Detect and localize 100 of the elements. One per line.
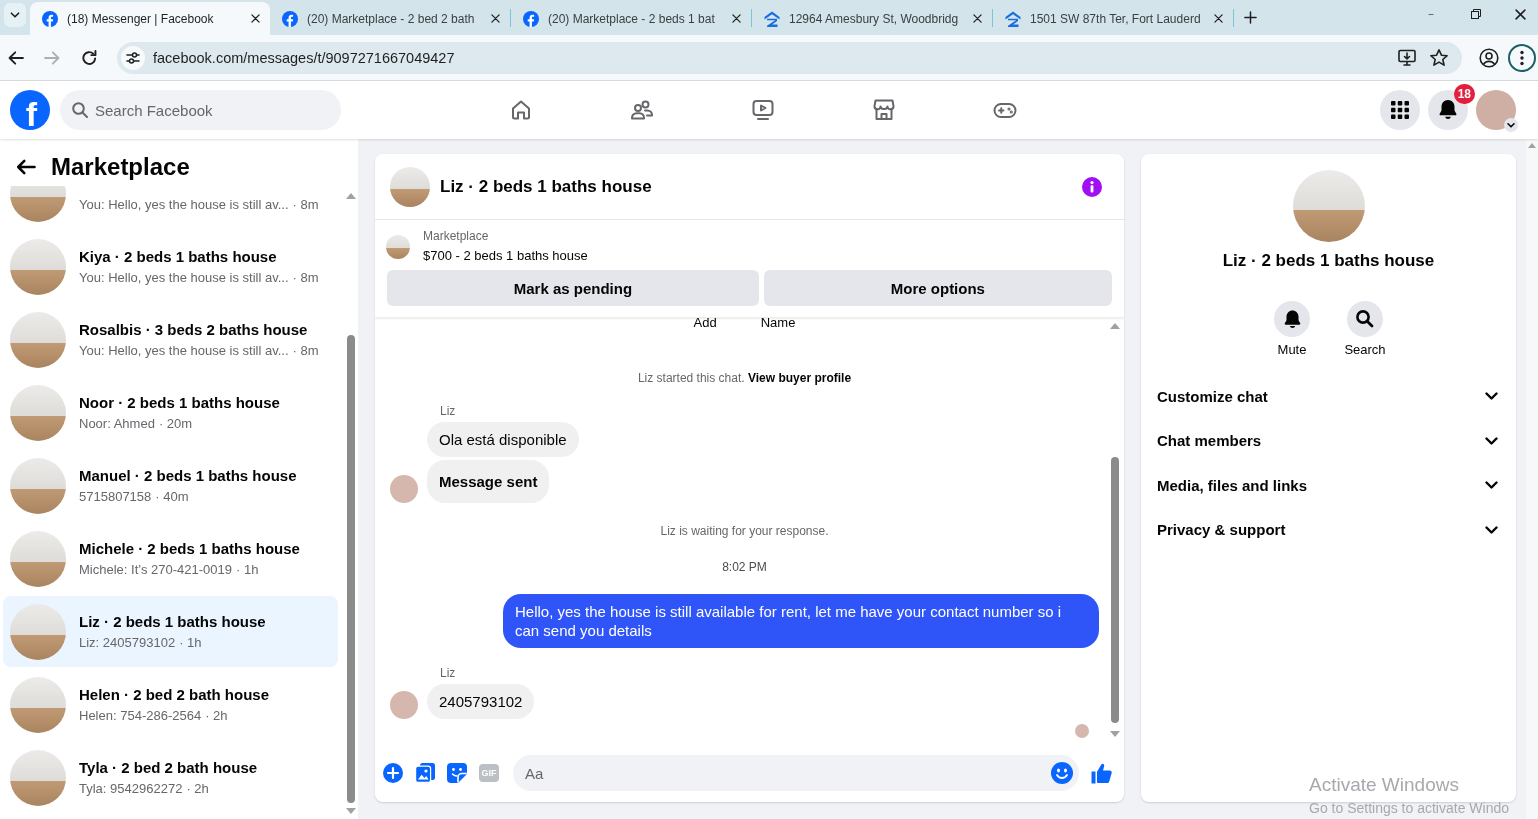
- monitor-download-icon[interactable]: [1398, 49, 1416, 66]
- message-time: · 8m: [292, 195, 319, 214]
- buyer-profile-link[interactable]: View buyer profile: [747, 371, 852, 385]
- section-toggle[interactable]: Privacy & support: [1141, 507, 1516, 552]
- conversation-item[interactable]: Liz · 2 beds 1 baths house Liz: 2405793102 · 1h: [3, 596, 338, 667]
- message-time: · 20m: [158, 414, 193, 433]
- f-logo-icon: [282, 10, 298, 27]
- close-icon[interactable]: [1515, 8, 1526, 20]
- close-icon[interactable]: [251, 14, 260, 23]
- search-icon: [1347, 301, 1383, 337]
- chat-title: Liz · 2 beds 1 baths house: [440, 176, 652, 197]
- message-preview: Helen: 754-286-2564: [79, 706, 202, 725]
- message-time: · 40m: [155, 487, 189, 506]
- logo[interactable]: f: [10, 90, 50, 130]
- message-time: · 8m: [292, 341, 319, 360]
- conversation-title: Manuel · 2 beds 1 baths house: [79, 465, 297, 486]
- message-preview: Tyla: 9542962272: [79, 779, 183, 798]
- thumbs-up-icon[interactable]: [1091, 762, 1113, 784]
- scroll-up-icon[interactable]: [345, 193, 356, 199]
- cut-off-text: Add: [693, 317, 717, 330]
- conversation-title: Liz · 2 beds 1 baths house: [1222, 251, 1435, 271]
- listing-photo: [386, 234, 410, 259]
- video-play-icon[interactable]: [750, 98, 775, 122]
- message-time: · 2h: [186, 779, 209, 798]
- conversation-item[interactable]: Michele · 2 beds 1 baths house Michele: It’s 270-421-0019 · 1h: [3, 523, 338, 594]
- browser-tab[interactable]: (20) Marketplace - 2 bed 2 bath: [270, 2, 510, 35]
- page-title: Marketplace: [51, 152, 190, 181]
- minimize-icon[interactable]: [1426, 13, 1436, 15]
- search-button[interactable]: Search: [1335, 301, 1395, 357]
- scroll-down-icon[interactable]: [1110, 731, 1120, 737]
- conversation-item[interactable]: Manuel · 2 beds 1 baths house 5715807158 · 40m: [3, 450, 338, 521]
- action-button[interactable]: Mark as pending: [387, 270, 759, 306]
- sliders-icon[interactable]: [121, 45, 145, 70]
- listing-source: Marketplace: [423, 228, 489, 244]
- account-circle-icon[interactable]: [1479, 47, 1499, 68]
- message-time: · 2h: [205, 706, 228, 725]
- section-toggle[interactable]: Media, files and links: [1141, 463, 1516, 508]
- cut-off-text: Name: [760, 317, 796, 330]
- menu-button[interactable]: [1380, 90, 1420, 130]
- chat-event-text: Liz started this chat. View buyer profile: [637, 371, 852, 385]
- conversation-item[interactable]: Rosalbis · 3 beds 2 baths house You: Hello, yes the house is still av... · 8m: [3, 304, 338, 375]
- more-vertical-icon[interactable]: [1508, 43, 1536, 72]
- search-field[interactable]: Search Facebook: [60, 90, 341, 130]
- message-preview: Liz: 2405793102: [79, 633, 176, 652]
- conversation-item[interactable]: Noor · 2 beds 1 baths house Noor: Ahmed · 20m: [3, 377, 338, 448]
- roof-logo-icon: [764, 10, 780, 27]
- emoji-icon[interactable]: [1051, 762, 1073, 784]
- conversation-title: Tyla · 2 bed 2 bath house: [79, 757, 258, 778]
- sender-name: Liz: [440, 404, 456, 418]
- conversation-title: Michele · 2 beds 1 baths house: [79, 538, 300, 559]
- message-preview: Michele: It’s 270-421-0019: [79, 560, 232, 579]
- message-preview: Noor: Ahmed: [79, 414, 155, 433]
- reload-icon[interactable]: [82, 50, 97, 65]
- back-arrow-icon[interactable]: [16, 158, 36, 175]
- scroll-down-icon[interactable]: [345, 808, 356, 814]
- scrollbar-thumb[interactable]: [1111, 457, 1119, 723]
- store-icon[interactable]: [871, 98, 896, 122]
- plus-circle-icon[interactable]: [383, 763, 403, 783]
- info-icon[interactable]: [1082, 176, 1102, 197]
- scroll-up-icon[interactable]: [1110, 323, 1120, 329]
- restore-icon[interactable]: [1471, 9, 1481, 19]
- section-toggle[interactable]: Customize chat: [1141, 374, 1516, 419]
- tab-list-button[interactable]: [4, 3, 26, 27]
- sticker-icon[interactable]: [447, 763, 467, 783]
- conversation-item[interactable]: Tyla · 2 bed 2 bath house Tyla: 9542962272 · 2h: [3, 742, 338, 813]
- f-logo-icon: [42, 10, 58, 27]
- browser-tab[interactable]: 12964 Amesbury St, Woodbridg: [752, 2, 992, 35]
- new-tab-icon[interactable]: [1244, 11, 1257, 24]
- conversation-item[interactable]: Helen · 2 bed 2 bath house Helen: 754-286-2564 · 2h: [3, 669, 338, 740]
- message-preview: 5715807158: [79, 487, 152, 506]
- conversation-title: Rosalbis · 3 beds 2 baths house: [79, 319, 309, 340]
- action-button[interactable]: More options: [763, 270, 1112, 306]
- message-bubble: Message sent: [427, 460, 550, 503]
- conversation-item[interactable]: Kiya · 2 beds 1 baths house You: Hello, yes the house is still av... · 8m: [3, 231, 338, 302]
- close-icon[interactable]: [732, 14, 741, 23]
- grid-icon: [1391, 101, 1409, 119]
- address-bar[interactable]: facebook.com/messages/t/9097271667049427: [117, 41, 1462, 74]
- sender-name: Liz: [440, 666, 456, 680]
- back-icon[interactable]: [8, 50, 24, 65]
- bell-icon: [1274, 301, 1310, 337]
- star-icon[interactable]: [1430, 49, 1448, 66]
- browser-tab[interactable]: (18) Messenger | Facebook: [30, 2, 270, 35]
- scrollbar-thumb[interactable]: [346, 335, 355, 803]
- message-preview: You: Hello, yes the house is still av...: [79, 268, 289, 287]
- close-icon[interactable]: [491, 14, 500, 23]
- browser-tab[interactable]: 1501 SW 87th Ter, Fort Lauderd: [993, 2, 1233, 35]
- browser-tab[interactable]: (20) Marketplace - 2 beds 1 bat: [511, 2, 751, 35]
- mute-button[interactable]: Mute: [1262, 301, 1322, 357]
- image-icon[interactable]: [415, 763, 435, 783]
- activation-subtitle: Go to Settings to activate Windo: [1309, 800, 1509, 816]
- people-icon[interactable]: [629, 98, 654, 122]
- chevron-down-icon[interactable]: [1504, 118, 1518, 132]
- message-field[interactable]: Aa: [513, 755, 1079, 791]
- section-toggle[interactable]: Chat members: [1141, 418, 1516, 463]
- conversation-item[interactable]: You: Hello, yes the house is still av... · 8m: [3, 186, 338, 229]
- bell-icon: [1439, 100, 1457, 120]
- close-icon[interactable]: [973, 14, 982, 23]
- listing-title: $700 - 2 beds 1 baths house: [423, 247, 588, 265]
- message-time: · 1h: [235, 560, 259, 579]
- close-icon[interactable]: [1214, 14, 1223, 23]
